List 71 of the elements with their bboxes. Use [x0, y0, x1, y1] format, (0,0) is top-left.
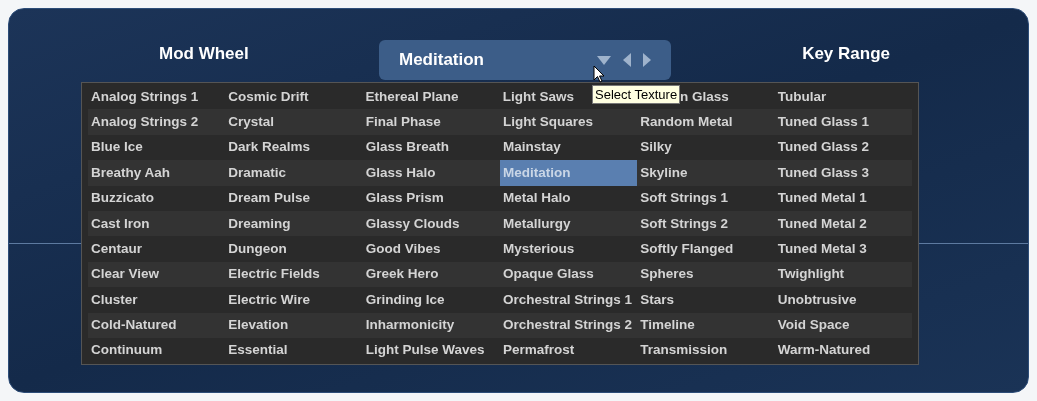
texture-item[interactable]: Grinding Ice [362, 287, 500, 313]
key-range-label: Key Range [802, 43, 890, 65]
texture-item[interactable]: Inharmonicity [362, 312, 500, 338]
texture-item[interactable]: Crystal [225, 109, 363, 135]
texture-item[interactable]: Orchestral Strings 1 [500, 287, 638, 313]
texture-item[interactable]: Cluster [88, 287, 226, 313]
texture-item[interactable]: Void Space [774, 312, 912, 338]
texture-item[interactable]: Dreaming [225, 210, 363, 237]
texture-item[interactable]: Tuned Glass 1 [774, 109, 912, 135]
texture-item[interactable]: Glass Breath [362, 134, 500, 161]
texture-item[interactable]: Twighlight [774, 261, 912, 288]
texture-item[interactable]: Mainstay [500, 134, 638, 161]
texture-item[interactable]: Dream Pulse [225, 185, 363, 211]
texture-item[interactable]: Analog Strings 1 [88, 84, 226, 110]
texture-item[interactable]: Dramatic [225, 160, 363, 186]
texture-item[interactable]: Continuum [88, 337, 226, 364]
texture-item[interactable]: Light Squares [500, 109, 638, 135]
texture-item[interactable]: Elevation [225, 312, 363, 338]
texture-item[interactable]: Tuned Metal 2 [774, 210, 912, 237]
texture-selector[interactable]: Meditation [379, 40, 671, 80]
texture-item[interactable]: Soft Strings 1 [637, 185, 775, 211]
texture-item[interactable]: Random Metal [637, 109, 775, 135]
texture-item[interactable]: Analog Strings 2 [88, 109, 226, 135]
texture-item[interactable]: Essential [225, 337, 363, 364]
texture-item[interactable]: Electric Wire [225, 287, 363, 313]
texture-item[interactable]: Glass Prism [362, 185, 500, 211]
texture-item[interactable]: Ethereal Plane [362, 84, 500, 110]
texture-item[interactable]: Buzzicato [88, 185, 226, 211]
texture-item[interactable]: Transmission [637, 337, 775, 364]
texture-item[interactable]: Clear View [88, 261, 226, 288]
texture-item[interactable]: Tuned Metal 3 [774, 236, 912, 262]
texture-item[interactable]: Metal Halo [500, 185, 638, 211]
texture-item[interactable]: Glass Halo [362, 160, 500, 186]
texture-item[interactable]: Silky [637, 134, 775, 161]
mod-wheel-label: Mod Wheel [159, 43, 249, 65]
texture-item[interactable]: Tubular [774, 84, 912, 110]
texture-item[interactable]: Electric Fields [225, 261, 363, 288]
texture-item[interactable]: Permafrost [500, 337, 638, 364]
texture-item[interactable]: Stars [637, 287, 775, 313]
texture-item[interactable]: Tuned Metal 1 [774, 185, 912, 211]
texture-item[interactable]: Cast Iron [88, 210, 226, 237]
texture-item[interactable]: Final Phase [362, 109, 500, 135]
cursor-icon [593, 65, 605, 83]
tooltip: Select Texture [592, 85, 681, 104]
next-icon[interactable] [643, 53, 651, 67]
texture-item[interactable]: Soft Strings 2 [637, 210, 775, 237]
texture-item[interactable]: Centaur [88, 236, 226, 262]
texture-item[interactable]: Timeline [637, 312, 775, 338]
texture-item[interactable]: Greek Hero [362, 261, 500, 288]
texture-item[interactable]: Light Pulse Waves [362, 337, 500, 364]
texture-item[interactable]: Opaque Glass [500, 261, 638, 288]
previous-icon[interactable] [623, 53, 631, 67]
texture-item[interactable]: Metallurgy [500, 210, 638, 237]
texture-item[interactable]: Unobtrusive [774, 287, 912, 313]
texture-item[interactable]: Spheres [637, 261, 775, 288]
texture-item[interactable]: Cold-Natured [88, 312, 226, 338]
texture-item[interactable]: Warm-Natured [774, 337, 912, 364]
texture-item[interactable]: Dungeon [225, 236, 363, 262]
texture-item[interactable]: Skyline [637, 160, 775, 186]
texture-item[interactable]: Blue Ice [88, 134, 226, 161]
dropdown-icon[interactable] [597, 55, 611, 65]
texture-item[interactable]: Good Vibes [362, 236, 500, 262]
texture-item[interactable]: Orchestral Strings 2 [500, 312, 638, 338]
texture-item[interactable]: Tuned Glass 2 [774, 134, 912, 161]
texture-item[interactable]: Softly Flanged [637, 236, 775, 262]
texture-item[interactable]: Tuned Glass 3 [774, 160, 912, 186]
texture-item[interactable]: Breathy Aah [88, 160, 226, 186]
texture-item[interactable]: Mysterious [500, 236, 638, 262]
texture-item[interactable]: Dark Realms [225, 134, 363, 161]
texture-item[interactable]: Cosmic Drift [225, 84, 363, 110]
texture-item[interactable]: Glassy Clouds [362, 210, 500, 237]
